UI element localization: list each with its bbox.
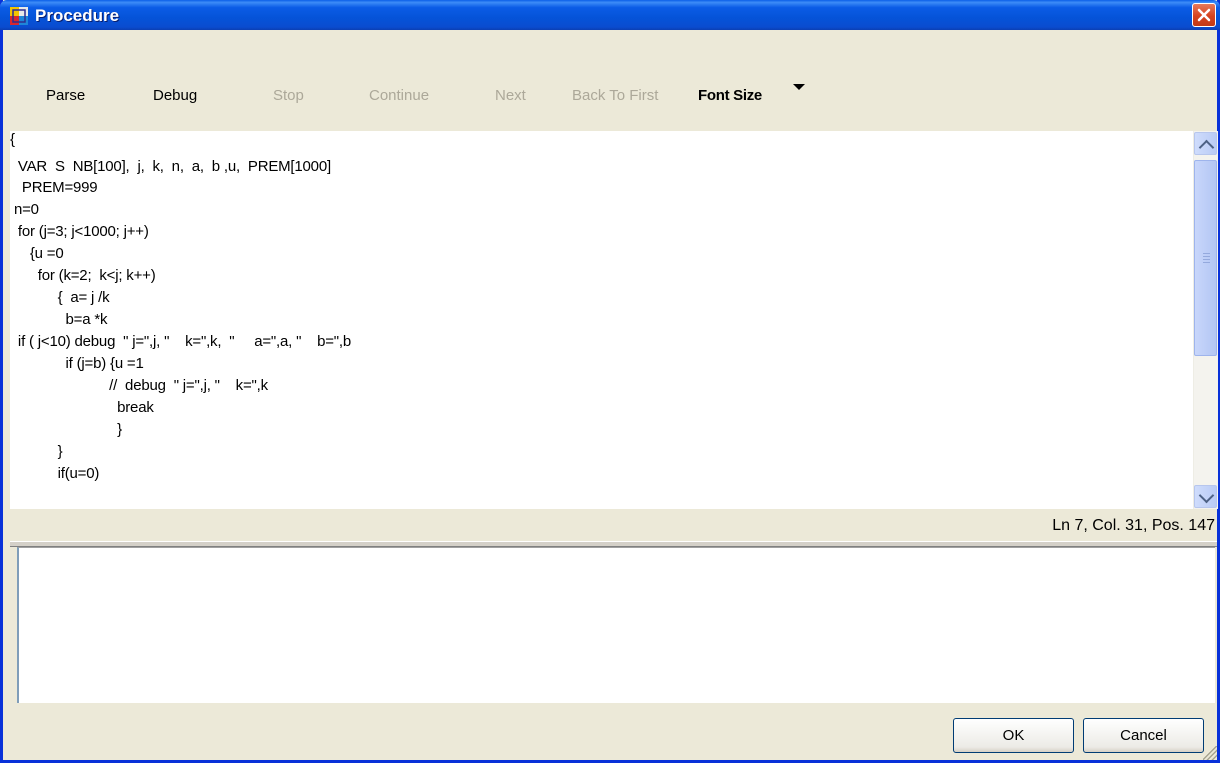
code-line: if (j=b) {u =1	[10, 355, 144, 372]
chevron-down-icon	[1198, 487, 1215, 504]
stop-button[interactable]: Stop	[273, 87, 304, 104]
dialog-footer: OK Cancel	[10, 703, 1217, 760]
window-title: Procedure	[35, 6, 120, 25]
close-button[interactable]	[1192, 3, 1216, 27]
app-icon	[10, 7, 28, 25]
code-line: PREM=999	[10, 179, 98, 196]
font-size-label[interactable]: Font Size	[698, 87, 762, 104]
status-bar: Ln 7, Col. 31, Pos. 147	[10, 509, 1217, 541]
close-icon	[1197, 8, 1211, 22]
code-line: {u =0	[10, 245, 64, 262]
scroll-down-button[interactable]	[1194, 485, 1217, 508]
code-line: break	[10, 399, 154, 416]
output-pane[interactable]	[17, 547, 1215, 703]
debug-button[interactable]: Debug	[153, 87, 197, 104]
cancel-button[interactable]: Cancel	[1083, 718, 1204, 753]
code-editor[interactable]: { VAR S NB[100], j, k, n, a, b ,u, PREM[…	[10, 131, 1196, 509]
code-line: for (k=2; k<j; k++)	[10, 267, 156, 284]
back-to-first-button[interactable]: Back To First	[572, 87, 658, 104]
editor-vertical-scrollbar[interactable]	[1193, 131, 1218, 509]
code-line: if ( j<10) debug " j=",j, " k=",k, " a="…	[10, 333, 352, 350]
code-line: {	[10, 131, 15, 148]
code-line: n=0	[10, 201, 39, 218]
cursor-position: Ln 7, Col. 31, Pos. 147	[1052, 517, 1215, 534]
scroll-thumb[interactable]	[1194, 160, 1217, 356]
scroll-grip	[1203, 259, 1210, 260]
code-line: VAR S NB[100], j, k, n, a, b ,u, PREM[10…	[10, 158, 331, 175]
procedure-window: Procedure Parse Debug Stop Continue Next…	[0, 0, 1220, 763]
font-size-dropdown-icon[interactable]	[793, 84, 805, 90]
scroll-grip	[1203, 262, 1210, 263]
scroll-grip	[1203, 256, 1210, 257]
code-line: }	[10, 421, 122, 438]
scroll-up-button[interactable]	[1194, 132, 1217, 156]
toolbar: Parse Debug Stop Continue Next Back To F…	[3, 30, 1217, 130]
ok-button[interactable]: OK	[953, 718, 1074, 753]
resize-grip-icon[interactable]	[1203, 746, 1217, 760]
code-line: if(u=0)	[10, 465, 100, 482]
title-bar[interactable]: Procedure	[0, 0, 1220, 30]
code-line: { a= j /k	[10, 289, 110, 306]
parse-button[interactable]: Parse	[46, 87, 85, 104]
continue-button[interactable]: Continue	[369, 87, 429, 104]
code-line: }	[10, 443, 63, 460]
code-line: b=a *k	[10, 311, 108, 328]
scroll-grip	[1203, 253, 1210, 254]
code-line: // debug " j=",j, " k=",k	[10, 377, 268, 394]
chevron-up-icon	[1198, 139, 1215, 156]
code-line: for (j=3; j<1000; j++)	[10, 223, 149, 240]
next-button[interactable]: Next	[495, 87, 526, 104]
